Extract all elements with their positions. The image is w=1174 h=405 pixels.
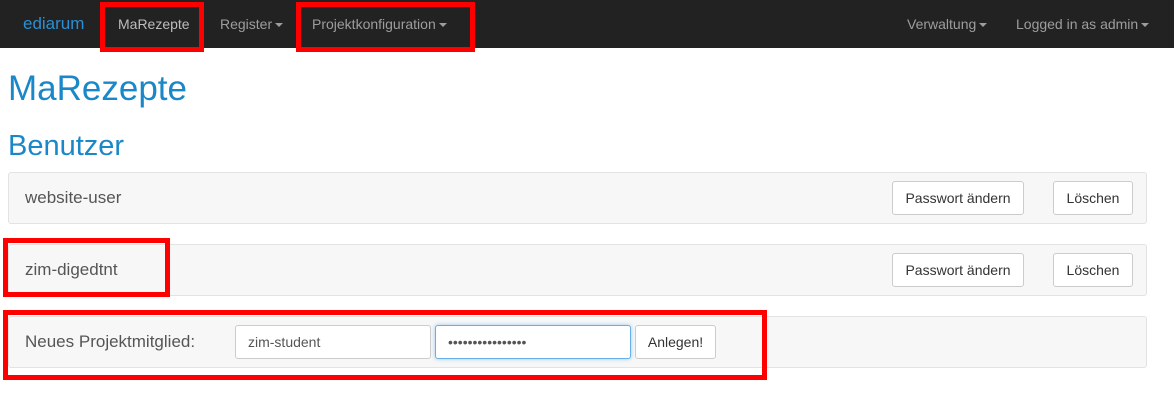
user-row-zim-digedtnt: zim-digedtnt Passwort ändern Löschen [8,244,1147,296]
user-row-website-user: website-user Passwort ändern Löschen [8,172,1147,224]
caret-down-icon [438,23,447,28]
username-input[interactable] [235,325,431,359]
nav-item-register[interactable]: Register [220,0,284,48]
page-title: MaRezepte [8,69,187,108]
new-member-label: Neues Projektmitglied: [25,332,196,351]
nav-item-marezepte[interactable]: MaRezepte [118,0,190,48]
caret-down-icon [979,23,988,28]
change-password-button[interactable]: Passwort ändern [892,253,1024,287]
caret-down-icon [1141,23,1150,28]
change-password-button[interactable]: Passwort ändern [892,181,1024,215]
nav-item-user-menu-label: Logged in as admin [1016,16,1139,32]
user-name: zim-digedtnt [25,260,118,279]
caret-down-icon [275,23,284,28]
nav-item-projektkonfiguration[interactable]: Projektkonfiguration [312,0,447,48]
create-member-button[interactable]: Anlegen! [635,325,716,359]
top-navbar: ediarum MaRezepte Register Projektkonfig… [0,0,1174,48]
delete-user-button[interactable]: Löschen [1053,253,1133,287]
nav-item-user-menu[interactable]: Logged in as admin [1016,0,1150,48]
nav-item-projektkonfiguration-label: Projektkonfiguration [312,16,436,32]
new-member-form: Neues Projektmitglied: Anlegen! [8,316,1147,368]
user-name: website-user [25,188,122,207]
delete-user-button[interactable]: Löschen [1053,181,1133,215]
nav-item-verwaltung[interactable]: Verwaltung [907,0,988,48]
brand-link[interactable]: ediarum [23,0,84,48]
password-input[interactable] [435,325,631,359]
nav-item-verwaltung-label: Verwaltung [907,16,977,32]
section-title: Benutzer [8,130,125,162]
nav-item-register-label: Register [220,16,273,32]
